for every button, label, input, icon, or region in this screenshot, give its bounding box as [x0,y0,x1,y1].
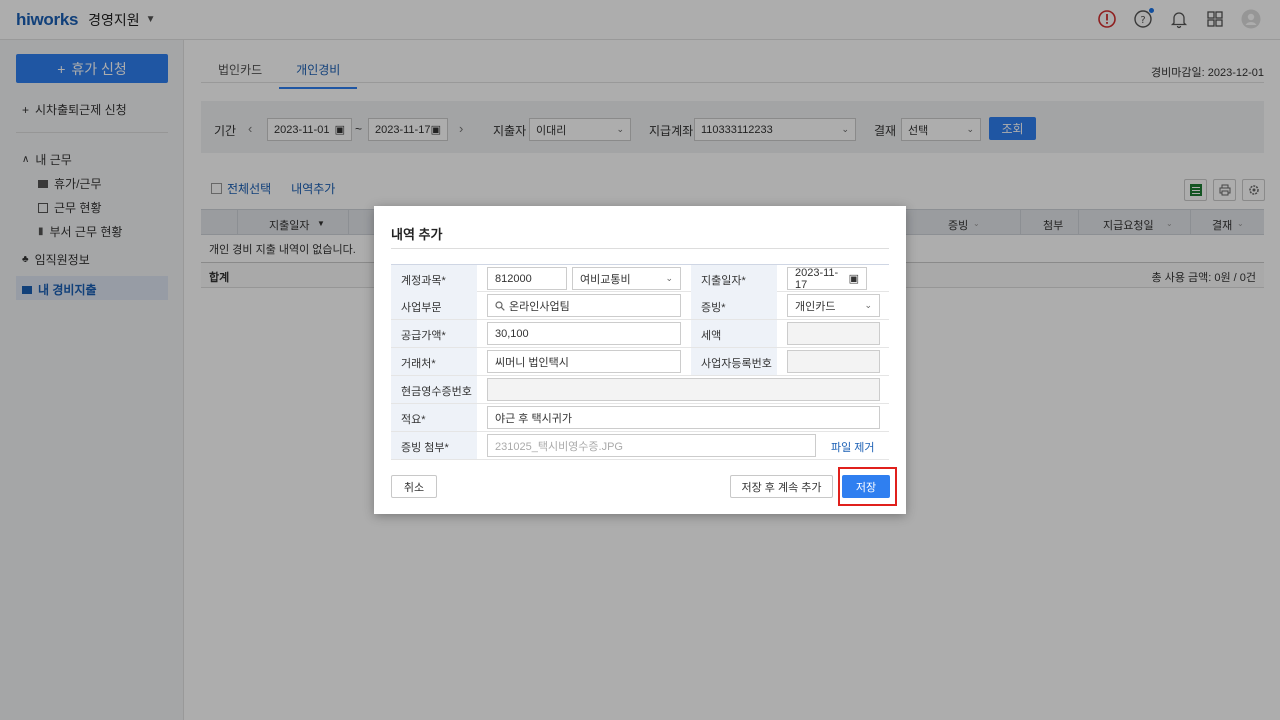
form-row: 거래처* 씨머니 법인택시 사업자등록번호 [391,348,889,376]
search-icon [495,300,505,311]
vendor-field-label: 거래처* [391,348,477,375]
modal-title: 내역 추가 [391,227,443,242]
account-name-select[interactable]: 여비교통비 ⌄ [572,267,681,290]
evidence-field-label: 증빙* [691,292,777,319]
form-row: 적요* 야근 후 택시귀가 [391,404,889,432]
modal-title-divider [391,248,889,249]
tax-field-label: 세액 [691,320,777,347]
attachment-input[interactable]: 231025_택시비영수증.JPG [487,434,816,457]
add-item-modal: 내역 추가 계정과목* 812000 여비교통비 ⌄ 지출일자* 2023-11-… [374,206,906,514]
dept-field-label: 사업부문 [391,292,477,319]
biznum-input[interactable] [787,350,880,373]
chevron-down-icon: ⌄ [665,273,673,283]
evidence-select[interactable]: 개인카드 ⌄ [787,294,880,317]
form-row: 사업부문 온라인사업팀 증빙* 개인카드 ⌄ [391,292,889,320]
vendor-input[interactable]: 씨머니 법인택시 [487,350,681,373]
cancel-button[interactable]: 취소 [391,475,437,498]
calendar-icon: ▣ [848,273,859,285]
summary-field-label: 적요* [391,404,477,431]
account-field-label: 계정과목* [391,265,477,292]
save-button-highlight [838,467,897,506]
biznum-field-label: 사업자등록번호 [691,348,777,375]
cash-receipt-input[interactable] [487,378,880,401]
remove-file-link[interactable]: 파일 제거 [831,439,875,455]
cash-receipt-field-label: 현금영수증번호 [391,376,477,403]
chevron-down-icon: ⌄ [864,300,872,310]
account-code-input[interactable]: 812000 [487,267,567,290]
supply-amount-input[interactable]: 30,100 [487,322,681,345]
supply-field-label: 공급가액* [391,320,477,347]
form-row: 공급가액* 30,100 세액 [391,320,889,348]
form-row: 계정과목* 812000 여비교통비 ⌄ 지출일자* 2023-11-17 ▣ [391,264,889,292]
summary-input[interactable]: 야근 후 택시귀가 [487,406,880,429]
form-row: 증빙 첨부* 231025_택시비영수증.JPG 파일 제거 [391,432,889,460]
form-row: 현금영수증번호 [391,376,889,404]
tax-amount-input[interactable] [787,322,880,345]
attach-field-label: 증빙 첨부* [391,432,477,459]
dept-search-input[interactable]: 온라인사업팀 [487,294,681,317]
expense-date-input[interactable]: 2023-11-17 ▣ [787,267,867,291]
save-and-continue-button[interactable]: 저장 후 계속 추가 [730,475,833,498]
date-field-label: 지출일자* [691,265,777,292]
